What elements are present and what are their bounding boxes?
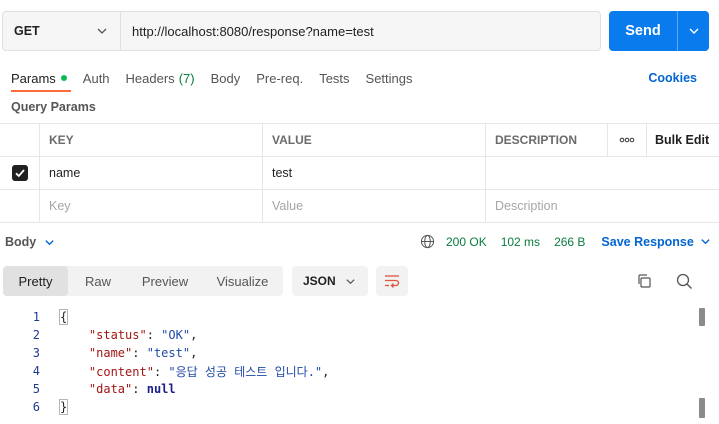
line-number: 1 — [32, 310, 40, 324]
tab-pre-request[interactable]: Pre-req. — [256, 67, 303, 89]
tab-auth[interactable]: Auth — [83, 67, 110, 89]
line-number: 6 — [32, 400, 40, 414]
params-header-row: KEY VALUE DESCRIPTION Bulk Edit — [0, 124, 719, 157]
status-badge[interactable]: 200 OK — [446, 235, 487, 249]
json-value: null — [146, 382, 176, 396]
tab-visualize[interactable]: Visualize — [202, 266, 283, 296]
param-value-cell[interactable]: test — [263, 157, 486, 189]
json-key: "data" — [88, 382, 133, 396]
wrap-lines-icon — [385, 275, 400, 288]
code-line: 1 { — [0, 308, 700, 326]
request-bar: GET http://localhost:8080/response?name=… — [2, 11, 601, 51]
json-key: "status" — [88, 328, 147, 342]
method-label: GET — [14, 24, 40, 38]
chevron-down-icon — [346, 278, 355, 284]
request-tabs: Params Auth Headers (7) Body Pre-req. Tes… — [11, 67, 429, 92]
tab-params[interactable]: Params — [11, 67, 71, 92]
scrollbar-thumb[interactable] — [699, 398, 705, 418]
table-row: name test — [0, 157, 719, 190]
params-active-dot — [60, 75, 67, 81]
param-enabled-checkbox[interactable] — [11, 165, 28, 181]
chevron-down-icon — [701, 239, 710, 245]
response-time[interactable]: 102 ms — [501, 235, 540, 249]
send-button[interactable]: Send — [609, 11, 677, 51]
code-line: 5 "data": null — [0, 380, 700, 398]
json-key: "name" — [88, 346, 133, 360]
chevron-down-icon — [689, 28, 698, 34]
line-number: 3 — [32, 346, 40, 360]
tab-pretty[interactable]: Pretty — [3, 266, 68, 296]
json-key: "content" — [88, 364, 154, 379]
line-number: 2 — [32, 328, 40, 342]
copy-icon[interactable] — [636, 273, 652, 289]
scrollbar-thumb[interactable] — [699, 308, 705, 326]
more-options-icon[interactable] — [608, 124, 647, 156]
chevron-down-icon — [97, 28, 107, 34]
headers-count: (7) — [178, 70, 195, 86]
new-value-input[interactable]: Value — [263, 190, 486, 222]
json-value: "응답 성공 테스트 입니다." — [168, 364, 323, 379]
param-description-cell[interactable] — [486, 157, 719, 189]
ellipsis-icon — [619, 137, 635, 143]
tab-body[interactable]: Body — [211, 67, 241, 89]
tab-headers[interactable]: Headers (7) — [126, 67, 195, 89]
new-key-input[interactable]: Key — [40, 190, 263, 222]
json-value: "test" — [146, 346, 191, 360]
tab-preview[interactable]: Preview — [128, 266, 202, 296]
code-brace: { — [58, 309, 69, 325]
param-key-cell[interactable]: name — [40, 157, 263, 189]
line-number: 4 — [32, 364, 40, 378]
params-table: KEY VALUE DESCRIPTION Bulk Edit name tes… — [0, 123, 719, 223]
bulk-edit-button[interactable]: Bulk Edit — [647, 124, 719, 156]
response-bar: Body 200 OK 102 ms 266 B Save Response — [0, 222, 719, 262]
col-key: KEY — [40, 124, 263, 156]
response-code-viewer[interactable]: 1 { 2 "status": "OK", 3 "name": "test", … — [0, 308, 700, 416]
search-icon[interactable] — [676, 273, 693, 290]
checkmark-icon — [14, 169, 25, 178]
send-options-button[interactable] — [678, 11, 709, 51]
format-select[interactable]: JSON — [292, 266, 368, 296]
method-select[interactable]: GET — [3, 12, 121, 50]
code-brace: } — [58, 399, 69, 415]
code-line: 6 } — [0, 398, 700, 416]
query-params-title: Query Params — [11, 100, 96, 114]
response-size[interactable]: 266 B — [554, 235, 585, 249]
send-button-group: Send — [609, 11, 709, 51]
save-response-button[interactable]: Save Response — [601, 235, 710, 249]
code-line: 2 "status": "OK", — [0, 326, 700, 344]
view-mode-tabs: Pretty Raw Preview Visualize — [3, 266, 283, 296]
url-text: http://localhost:8080/response?name=test — [132, 23, 374, 39]
table-row-new: Key Value Description — [0, 190, 719, 223]
code-line: 4 "content": "응답 성공 테스트 입니다.", — [0, 362, 700, 380]
cookies-link[interactable]: Cookies — [648, 67, 697, 89]
response-stats: 200 OK 102 ms 266 B Save Response — [420, 234, 711, 249]
chevron-down-icon — [45, 239, 54, 245]
col-value: VALUE — [263, 124, 486, 156]
tab-tests[interactable]: Tests — [319, 67, 349, 89]
new-description-input[interactable]: Description — [486, 190, 719, 222]
code-line: 3 "name": "test", — [0, 344, 700, 362]
wrap-lines-button[interactable] — [376, 266, 408, 296]
tab-raw[interactable]: Raw — [68, 266, 128, 296]
line-number: 5 — [32, 382, 40, 396]
url-input[interactable]: http://localhost:8080/response?name=test — [121, 12, 600, 50]
response-body-dropdown[interactable]: Body — [5, 235, 55, 249]
col-description: DESCRIPTION — [486, 124, 608, 156]
json-value: "OK" — [161, 328, 191, 342]
tab-settings[interactable]: Settings — [366, 67, 413, 89]
globe-icon[interactable] — [420, 234, 435, 249]
